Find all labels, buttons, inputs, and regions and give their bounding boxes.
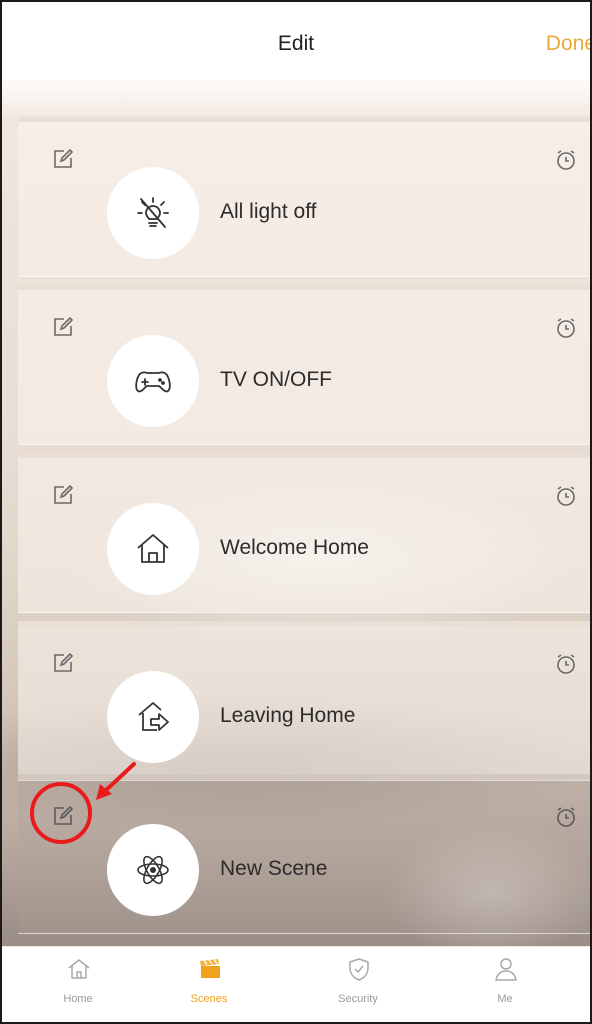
gamepad-icon [135, 371, 171, 393]
tab-bar: Home Scenes Security Me [2, 946, 590, 1022]
home-icon [68, 959, 90, 979]
tab-me[interactable]: Me [445, 947, 565, 1022]
scene-card-all-light-off[interactable]: All light off [18, 117, 590, 277]
alarm-icon[interactable] [554, 652, 578, 676]
leave-home-icon [138, 702, 169, 731]
scene-icon-circle[interactable] [107, 335, 199, 427]
tab-security[interactable]: Security [298, 947, 418, 1022]
scene-icon-circle[interactable] [107, 671, 199, 763]
home-icon [137, 534, 169, 563]
scene-icon-circle[interactable] [107, 824, 199, 916]
light-off-icon [137, 197, 169, 228]
scene-label: TV ON/OFF [220, 368, 332, 391]
scene-icon-circle[interactable] [107, 167, 199, 259]
shield-icon [349, 958, 369, 981]
done-button[interactable]: Done [546, 32, 590, 56]
tab-label: Security [338, 993, 378, 1005]
alarm-icon[interactable] [554, 805, 578, 829]
header-fade [2, 80, 590, 116]
clapperboard-icon [200, 959, 220, 978]
tab-scenes[interactable]: Scenes [149, 947, 269, 1022]
alarm-icon[interactable] [554, 484, 578, 508]
tab-label: Home [63, 993, 93, 1005]
scenes-edit-screen: Edit Done All light off TV ON/OFF Welcom… [0, 0, 592, 1024]
scene-label: New Scene [220, 857, 328, 880]
edit-icon[interactable] [52, 484, 74, 506]
page-title: Edit [277, 32, 315, 55]
person-icon [495, 958, 517, 981]
alarm-icon[interactable] [554, 148, 578, 172]
edit-icon[interactable] [52, 148, 74, 170]
annotation-arrow [96, 762, 136, 800]
scene-label: All light off [220, 200, 317, 223]
scene-label: Leaving Home [220, 704, 356, 727]
atom-icon [137, 855, 169, 885]
scene-label: Welcome Home [220, 536, 369, 559]
edit-icon[interactable] [52, 316, 74, 338]
edit-icon[interactable] [52, 652, 74, 674]
tab-label: Me [497, 993, 513, 1005]
annotation-circle [30, 782, 92, 844]
scene-card-tv-on-off[interactable]: TV ON/OFF [18, 285, 590, 445]
tab-label: Scenes [190, 993, 228, 1005]
alarm-icon[interactable] [554, 316, 578, 340]
scene-icon-circle[interactable] [107, 503, 199, 595]
tab-home[interactable]: Home [18, 947, 138, 1022]
scene-card-welcome-home[interactable]: Welcome Home [18, 453, 590, 613]
nav-header: Edit Done [2, 2, 590, 80]
